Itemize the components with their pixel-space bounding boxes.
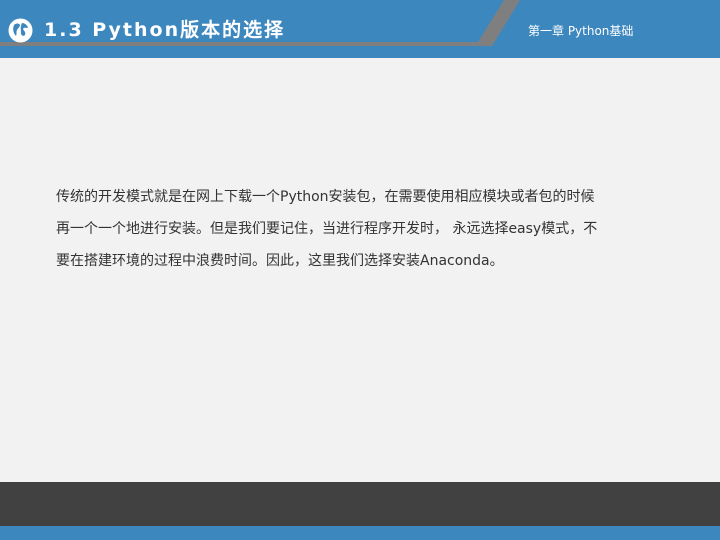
paragraph-line: 再一个一个地进行安装。但是我们要记住，当进行程序开发时， 永远选择easy模式，…	[56, 221, 598, 237]
slide-header: 1.3 Python版本的选择 第一章 Python基础	[0, 0, 720, 58]
globe-icon	[8, 18, 33, 43]
slide-title: 1.3 Python版本的选择	[44, 19, 286, 41]
paragraph-line: 传统的开发模式就是在网上下载一个Python安装包，在需要使用相应模块或者包的时…	[56, 189, 595, 205]
footer-bar	[0, 482, 720, 526]
footer-accent-bar	[0, 526, 720, 540]
paragraph: 传统的开发模式就是在网上下载一个Python安装包，在需要使用相应模块或者包的时…	[56, 181, 676, 277]
paragraph-line: 要在搭建环境的过程中浪费时间。因此，这里我们选择安装Anaconda。	[56, 253, 504, 269]
chapter-label: 第一章 Python基础	[528, 24, 634, 38]
